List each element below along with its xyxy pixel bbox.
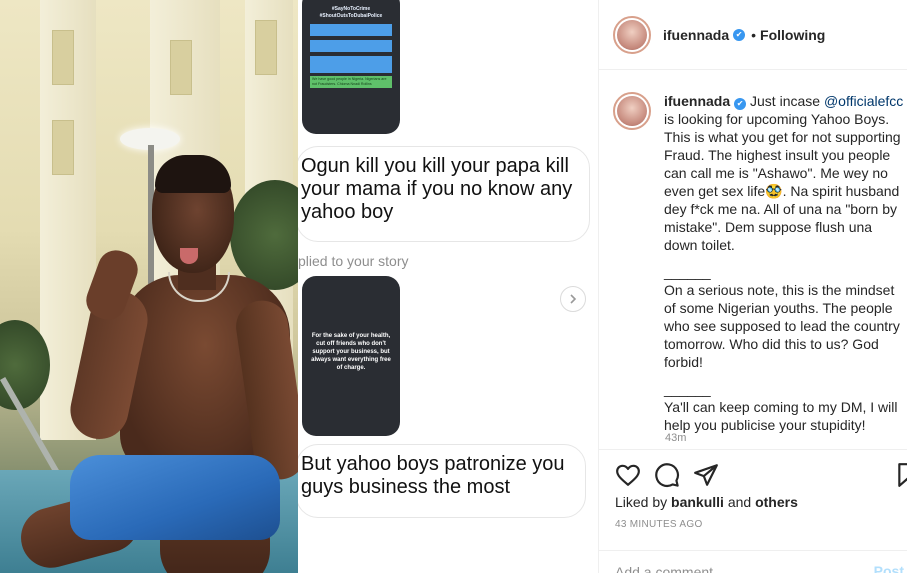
following-button[interactable]: Following xyxy=(760,27,825,43)
building-window xyxy=(255,20,277,75)
post-photo[interactable] xyxy=(0,0,298,573)
liked-by-and: and xyxy=(723,494,756,510)
heart-icon[interactable] xyxy=(615,462,641,488)
avatar[interactable] xyxy=(613,15,651,54)
liked-by-others[interactable]: others xyxy=(755,494,798,510)
share-icon[interactable] xyxy=(693,462,719,488)
liked-by-prefix: Liked by xyxy=(615,494,672,510)
story-green-text: We have good people in Nigeria. Nigerian… xyxy=(310,76,392,88)
story-hashtag: #ShoutOutsToDubaiPolice xyxy=(319,13,383,19)
caption-timestamp: 43m xyxy=(665,432,687,444)
comment-icon[interactable] xyxy=(654,462,680,488)
person-tongue xyxy=(180,248,198,264)
mention-link[interactable]: @officialefcc xyxy=(824,93,903,109)
bookmark-icon[interactable] xyxy=(895,462,907,488)
post-side-panel: ifuennada ✔ • Following ifuennada ✔ Just … xyxy=(598,0,907,573)
dm-screenshot: #SayNoToCrime #ShoutOutsToDubaiPolice We… xyxy=(298,0,597,573)
building-window xyxy=(52,120,74,175)
verified-badge-icon: ✔ xyxy=(734,98,747,110)
share-story-icon xyxy=(560,286,586,312)
caption-divider: ______ xyxy=(664,381,711,397)
post-header: ifuennada ✔ • Following xyxy=(599,0,907,70)
building-window xyxy=(52,30,74,85)
comment-input[interactable]: Add a comment… Post xyxy=(599,550,907,573)
story-thumbnail: #SayNoToCrime #ShoutOutsToDubaiPolice We… xyxy=(302,0,400,134)
story-blurred-text xyxy=(310,24,392,36)
building-window xyxy=(170,40,192,95)
story-blurred-text xyxy=(310,40,392,52)
story-blurred-text xyxy=(310,56,392,73)
post-timestamp: 43 MINUTES AGO xyxy=(615,519,703,530)
replied-to-story-label: plied to your story xyxy=(298,253,409,269)
separator-dot: • xyxy=(751,26,757,43)
caption-paragraph: On a serious note, this is the mindset o… xyxy=(664,282,900,370)
caption: ifuennada ✔ Just incase @officialefcc is … xyxy=(613,92,907,434)
likes-summary: Liked by bankulli and others xyxy=(615,494,798,510)
story-hashtag: #SayNoToCrime xyxy=(331,6,371,12)
caption-text: ifuennada ✔ Just incase @officialefcc is … xyxy=(664,92,904,434)
story-thumbnail: For the sake of your health, cut off fri… xyxy=(302,276,400,436)
post-comment-button[interactable]: Post xyxy=(874,563,904,573)
verified-badge-icon: ✔ xyxy=(733,28,746,41)
caption-username[interactable]: ifuennada xyxy=(664,93,730,109)
caption-divider: ______ xyxy=(664,264,711,280)
caption-paragraph: Ya'll can keep coming to my DM, I will h… xyxy=(664,399,898,433)
caption-part: Just incase xyxy=(750,93,824,109)
message-bubble: But yahoo boys patronize you guys busine… xyxy=(298,444,586,518)
message-bubble: Ogun kill you kill your papa kill your m… xyxy=(298,146,590,242)
comment-placeholder: Add a comment… xyxy=(615,564,728,573)
action-bar xyxy=(599,449,907,499)
tree xyxy=(230,180,298,290)
caption-part: is looking for upcoming Yahoo Boys. This… xyxy=(664,111,901,253)
post-username[interactable]: ifuennada xyxy=(663,27,729,43)
person-hair xyxy=(155,155,231,193)
person-shorts xyxy=(70,455,280,540)
avatar[interactable] xyxy=(613,92,651,130)
liked-by-user[interactable]: bankulli xyxy=(671,494,724,510)
